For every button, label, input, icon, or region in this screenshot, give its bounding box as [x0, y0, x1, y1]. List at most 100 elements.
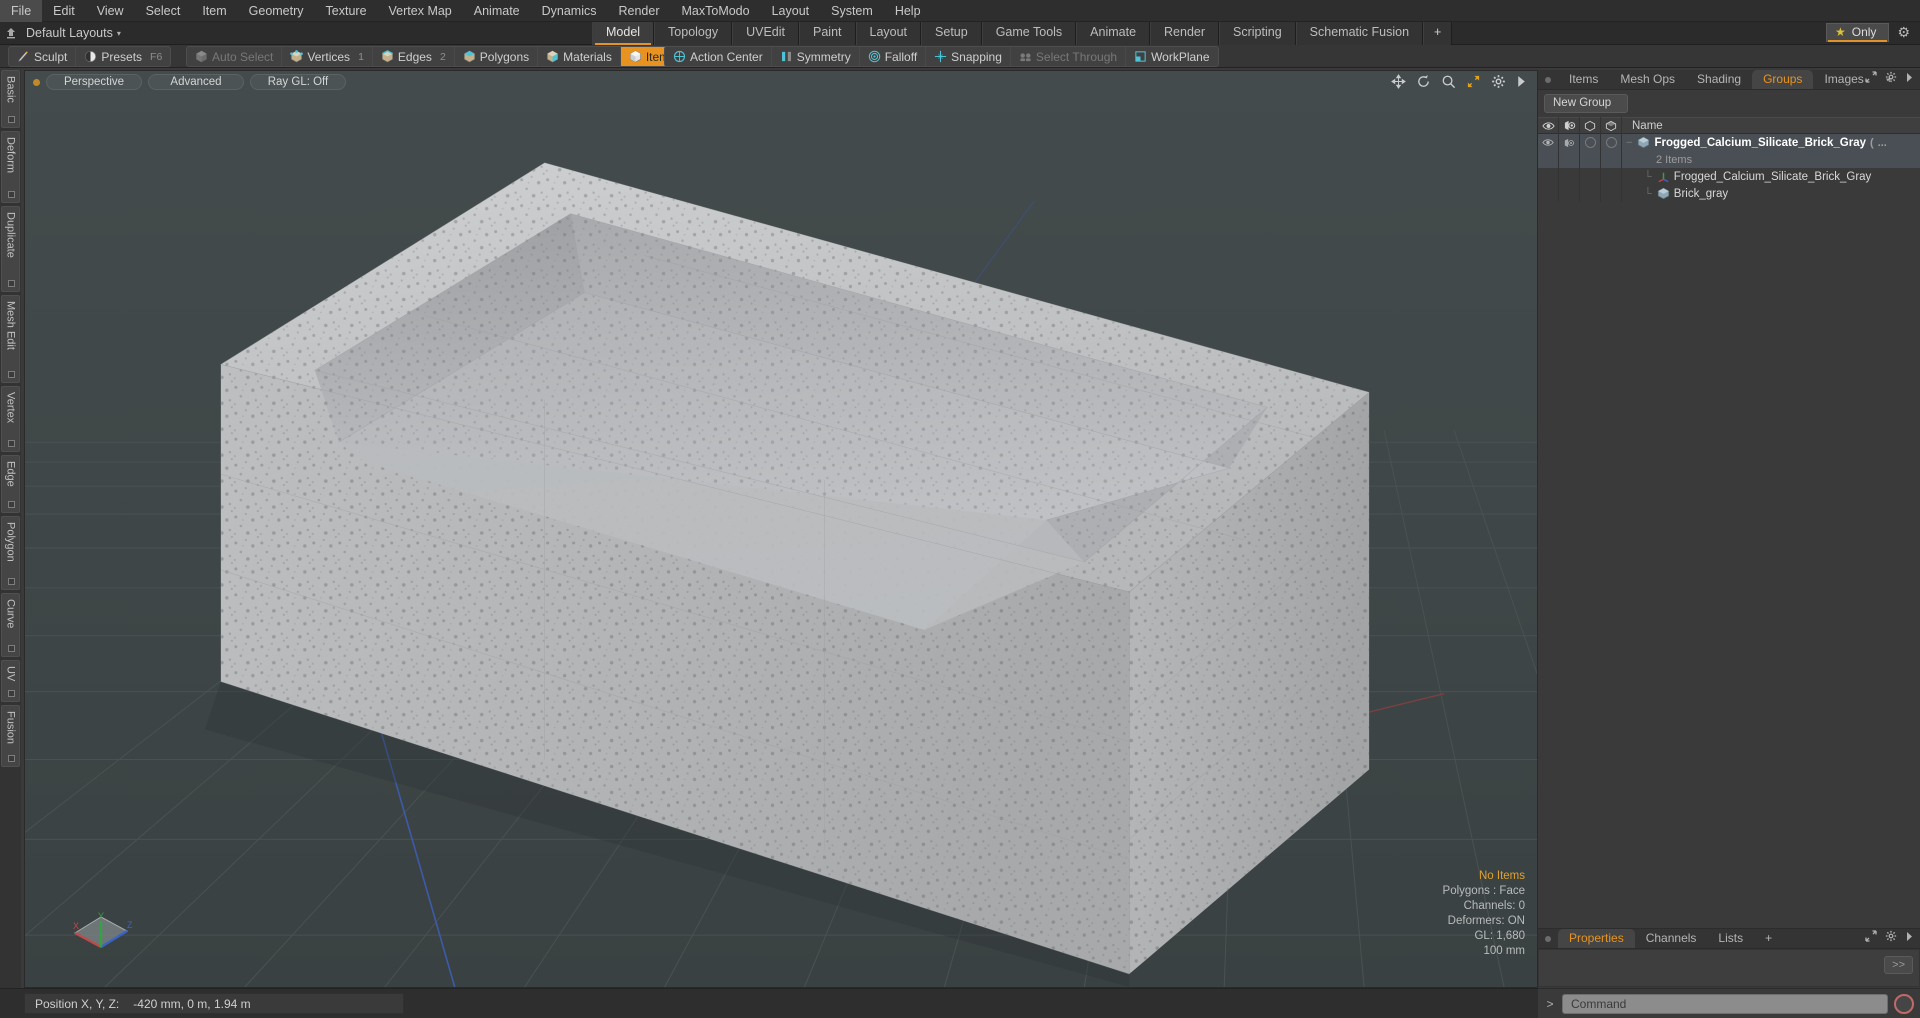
viewport-raygl-toggle[interactable]: Ray GL: Off: [250, 74, 346, 90]
layout-tab-render[interactable]: Render: [1150, 22, 1220, 45]
left-tab-deform[interactable]: Deform: [1, 131, 20, 203]
right-panel-scrollbar[interactable]: [1912, 220, 1918, 400]
menu-item-select[interactable]: Select: [135, 0, 192, 22]
viewport-3d[interactable]: Perspective Advanced Ray GL: Off No Item…: [24, 70, 1538, 988]
menu-item-dynamics[interactable]: Dynamics: [531, 0, 608, 22]
properties-tab-properties[interactable]: Properties: [1558, 929, 1635, 948]
panel-menu-dot-icon[interactable]: [1545, 936, 1551, 942]
row-eye-toggle[interactable]: [1538, 134, 1559, 151]
menu-item-item[interactable]: Item: [191, 0, 237, 22]
right-tab-items[interactable]: Items: [1558, 70, 1609, 89]
table-row[interactable]: └ Frogged_Calcium_Silicate_Brick_Gray: [1538, 168, 1920, 185]
gear-icon[interactable]: [1885, 930, 1897, 945]
layout-preset-label[interactable]: Default Layouts: [22, 26, 113, 40]
only-button[interactable]: ★ Only: [1825, 23, 1890, 42]
expand-icon[interactable]: [1865, 930, 1877, 945]
viewport-projection-selector[interactable]: Perspective: [46, 74, 142, 90]
toolbar-button-materials[interactable]: Materials: [538, 47, 621, 66]
menu-item-vertex-map[interactable]: Vertex Map: [378, 0, 463, 22]
group-row-label[interactable]: − Frogged_Calcium_Silicate_Brick_Gray ( …: [1622, 136, 1887, 149]
toolbar-button-sculpt[interactable]: Sculpt: [9, 47, 77, 66]
toolbar-button-edges[interactable]: Edges 2: [373, 47, 455, 66]
move-icon[interactable]: [1391, 74, 1406, 91]
left-tab-vertex[interactable]: Vertex: [1, 386, 20, 452]
right-tab-groups[interactable]: Groups: [1752, 70, 1814, 89]
layout-tab-scripting[interactable]: Scripting: [1219, 22, 1296, 45]
toolbar-button-workplane[interactable]: WorkPlane: [1126, 47, 1217, 66]
record-icon[interactable]: [1894, 993, 1914, 1014]
gear-icon[interactable]: ⚙: [1891, 24, 1916, 41]
layout-tab-schematic-fusion[interactable]: Schematic Fusion: [1295, 22, 1424, 45]
gear-icon[interactable]: [1885, 71, 1897, 86]
chevron-right-icon[interactable]: [1905, 931, 1914, 945]
menu-item-texture[interactable]: Texture: [315, 0, 378, 22]
mesh-row[interactable]: └ Brick_gray: [1622, 187, 1728, 200]
left-tab-uv[interactable]: UV: [1, 660, 20, 702]
row-render-toggle[interactable]: [1559, 134, 1580, 151]
menu-item-animate[interactable]: Animate: [463, 0, 531, 22]
viewport-shading-selector[interactable]: Advanced: [148, 74, 244, 90]
menu-item-view[interactable]: View: [86, 0, 135, 22]
tree-expander-icon[interactable]: −: [1626, 137, 1633, 149]
chevron-right-icon[interactable]: [1516, 75, 1527, 90]
layout-tab-uvedit[interactable]: UVEdit: [732, 22, 799, 45]
locator-row[interactable]: └ Frogged_Calcium_Silicate_Brick_Gray: [1622, 170, 1871, 183]
gear-icon[interactable]: [1491, 74, 1506, 91]
column-eye-icon[interactable]: [1538, 117, 1559, 134]
menu-item-layout[interactable]: Layout: [761, 0, 821, 22]
left-tab-fusion[interactable]: Fusion: [1, 705, 20, 767]
table-row[interactable]: 2 Items: [1538, 151, 1920, 168]
rotate-icon[interactable]: [1416, 74, 1431, 91]
right-tab-mesh-ops[interactable]: Mesh Ops: [1609, 70, 1686, 89]
row-shade-toggle[interactable]: [1601, 134, 1622, 151]
menu-item-system[interactable]: System: [820, 0, 884, 22]
row-wire-toggle[interactable]: [1580, 134, 1601, 151]
toolbar-button-auto-select[interactable]: Auto Select: [187, 47, 283, 66]
chevron-right-icon[interactable]: [1905, 72, 1914, 86]
properties-expand-button[interactable]: >>: [1884, 956, 1913, 974]
layout-tab-layout[interactable]: Layout: [855, 22, 922, 45]
command-input[interactable]: Command: [1562, 993, 1888, 1014]
right-tab-shading[interactable]: Shading: [1686, 70, 1752, 89]
layout-home-icon[interactable]: [0, 22, 22, 45]
axis-gizmo[interactable]: X Y Z: [67, 903, 137, 965]
left-tab-mesh-edit[interactable]: Mesh Edit: [1, 295, 20, 383]
layout-tab-game-tools[interactable]: Game Tools: [981, 22, 1077, 45]
layout-tab-paint[interactable]: Paint: [799, 22, 856, 45]
menu-item-edit[interactable]: Edit: [42, 0, 86, 22]
left-tab-duplicate[interactable]: Duplicate: [1, 206, 20, 292]
table-row[interactable]: └ Brick_gray: [1538, 185, 1920, 202]
menu-item-maxtomodo[interactable]: MaxToModo: [671, 0, 761, 22]
column-wire-icon[interactable]: [1580, 117, 1601, 134]
left-tab-polygon[interactable]: Polygon: [1, 516, 20, 590]
expand-icon[interactable]: [1865, 71, 1877, 86]
menu-item-help[interactable]: Help: [884, 0, 932, 22]
zoom-icon[interactable]: [1441, 74, 1456, 91]
toolbar-button-falloff[interactable]: Falloff: [860, 47, 927, 66]
toolbar-button-presets[interactable]: Presets F6: [76, 47, 170, 66]
panel-menu-dot-icon[interactable]: [1545, 77, 1551, 83]
left-tab-basic[interactable]: Basic: [1, 70, 20, 128]
toolbar-button-select-through[interactable]: Select Through: [1011, 47, 1127, 66]
menu-item-render[interactable]: Render: [608, 0, 671, 22]
left-tab-edge[interactable]: Edge: [1, 455, 20, 513]
toolbar-button-snapping[interactable]: Snapping: [926, 47, 1011, 66]
layout-tab-add[interactable]: +: [1423, 22, 1453, 45]
properties-tab-lists[interactable]: Lists: [1707, 929, 1754, 948]
toolbar-button-polygons[interactable]: Polygons: [455, 47, 539, 66]
fit-icon[interactable]: [1466, 74, 1481, 91]
menu-item-file[interactable]: File: [0, 0, 43, 22]
left-tab-curve[interactable]: Curve: [1, 593, 20, 657]
table-row[interactable]: − Frogged_Calcium_Silicate_Brick_Gray ( …: [1538, 134, 1920, 151]
column-render-icon[interactable]: [1559, 117, 1580, 134]
toolbar-button-symmetry[interactable]: Symmetry: [772, 47, 860, 66]
properties-tab-add[interactable]: +: [1754, 929, 1783, 948]
column-shade-icon[interactable]: [1601, 117, 1622, 134]
layout-tab-animate[interactable]: Animate: [1076, 22, 1151, 45]
toolbar-button-action-center[interactable]: Action Center: [665, 47, 772, 66]
layout-tab-setup[interactable]: Setup: [921, 22, 982, 45]
layout-preset-caret-icon[interactable]: ▾: [113, 29, 121, 38]
layout-tab-model[interactable]: Model: [592, 22, 655, 45]
menu-item-geometry[interactable]: Geometry: [238, 0, 315, 22]
new-group-button[interactable]: New Group: [1544, 94, 1629, 113]
